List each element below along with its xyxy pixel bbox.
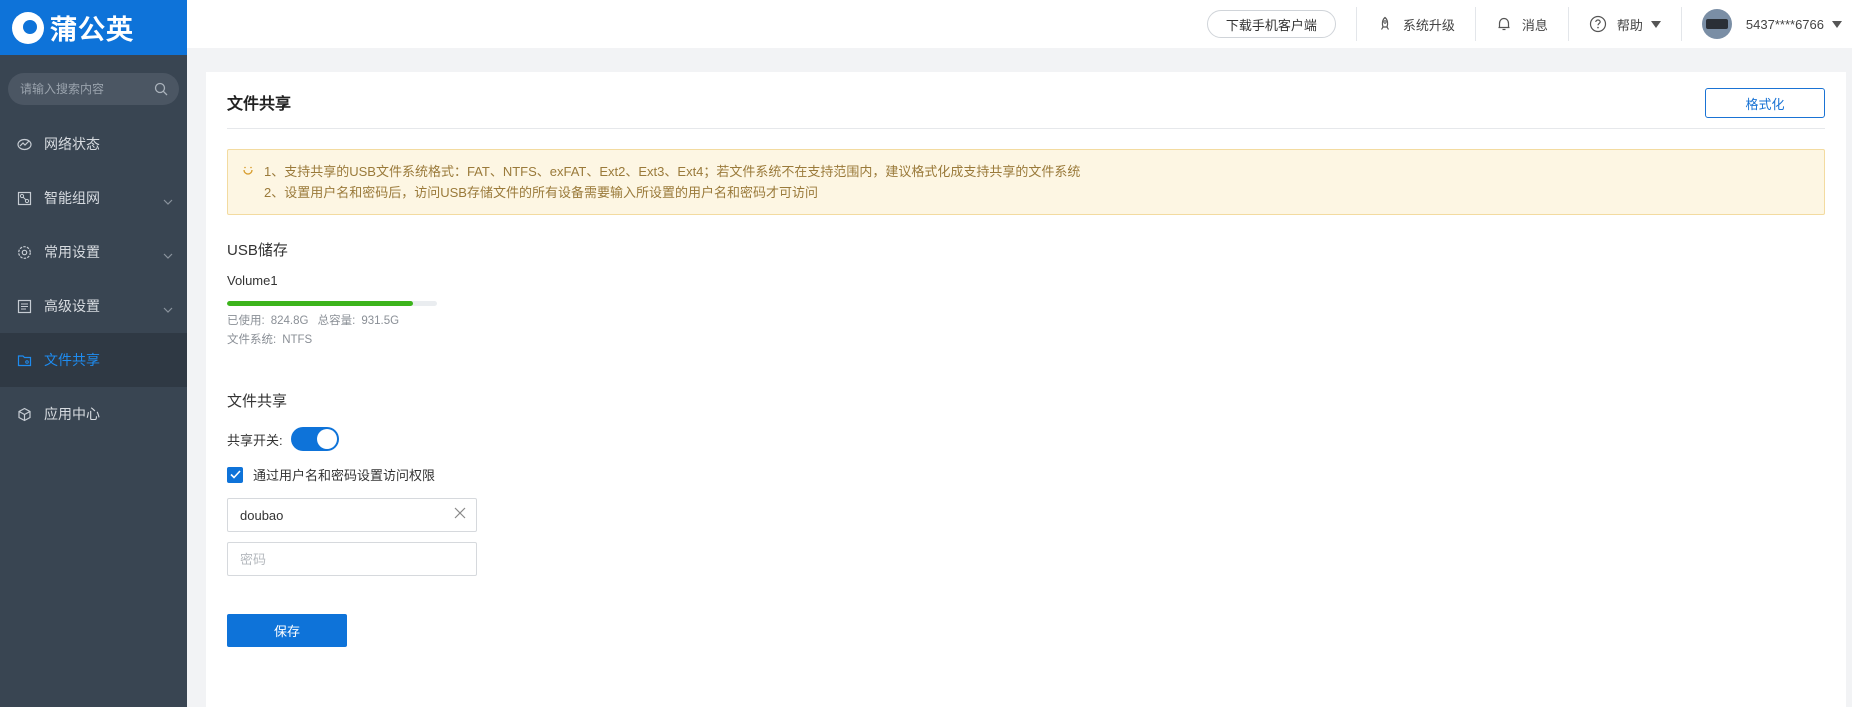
- auth-checkbox-row[interactable]: 通过用户名和密码设置访问权限: [227, 465, 1825, 484]
- chevron-down-icon: [163, 192, 173, 208]
- username-field: [227, 498, 477, 532]
- volume-name: Volume1: [227, 273, 278, 288]
- share-toggle[interactable]: [290, 427, 339, 451]
- folder-share-icon: [16, 352, 32, 368]
- share-switch-label: 共享开关:: [227, 432, 283, 448]
- notice-banner: 1、支持共享的USB文件系统格式：FAT、NTFS、exFAT、Ext2、Ext…: [227, 149, 1825, 215]
- sidebar-item-app-center[interactable]: 应用中心: [0, 387, 187, 441]
- app-cube-icon: [16, 406, 32, 422]
- notice-icon: [242, 163, 254, 184]
- notice-line-1: 1、支持共享的USB文件系统格式：FAT、NTFS、exFAT、Ext2、Ext…: [264, 164, 1081, 179]
- sidebar-item-advanced-settings[interactable]: 高级设置: [0, 279, 187, 333]
- divider: [1680, 7, 1682, 41]
- usage-progress-bar: [227, 301, 437, 306]
- caret-down-icon: [1832, 20, 1842, 28]
- avatar: [1701, 9, 1732, 39]
- search-input[interactable]: [20, 82, 153, 96]
- system-upgrade-label: 系统升级: [1402, 17, 1455, 33]
- search-icon[interactable]: [153, 81, 169, 97]
- download-app-button[interactable]: 下载手机客户端: [1206, 10, 1336, 38]
- usb-section-title: USB储存: [227, 242, 288, 259]
- auth-checkbox-label: 通过用户名和密码设置访问权限: [253, 468, 436, 483]
- logo-mark-icon: [12, 11, 44, 44]
- share-switch-row: 共享开关:: [227, 427, 1825, 451]
- sidebar-item-label: 文件共享: [44, 352, 100, 368]
- clear-icon[interactable]: [454, 506, 466, 524]
- network-status-icon: [16, 136, 32, 152]
- usage-meta: 已使用: 824.8G 总容量: 931.5G 文件系统: NTFS: [227, 312, 1825, 350]
- used-label: 已使用:: [227, 315, 265, 327]
- help-menu[interactable]: 帮助: [1589, 15, 1661, 34]
- panel-header: 文件共享 格式化: [227, 72, 1825, 129]
- account-menu[interactable]: 5437****6766: [1701, 9, 1842, 39]
- sidebar-item-label: 网络状态: [44, 136, 100, 152]
- smart-network-icon: [16, 190, 32, 206]
- auth-checkbox[interactable]: [227, 466, 243, 483]
- page-title: 文件共享: [227, 96, 292, 113]
- used-value: 824.8G: [270, 315, 309, 327]
- logo[interactable]: 蒲公英: [0, 0, 187, 55]
- gear-icon: [16, 244, 32, 260]
- messages-label: 消息: [1521, 17, 1548, 33]
- total-label: 总容量:: [317, 315, 356, 327]
- bell-icon: [1496, 16, 1512, 32]
- sidebar: 蒲公英 网络状态 智能组网 常用设置 高级设置: [0, 0, 187, 707]
- top-bar: 下载手机客户端 系统升级 消息 帮助 5437****6766: [187, 0, 1852, 48]
- logo-text: 蒲公英: [50, 15, 134, 45]
- rocket-icon: [1377, 16, 1393, 32]
- sidebar-item-label: 智能组网: [44, 190, 100, 206]
- password-field: [227, 542, 477, 576]
- caret-down-icon: [1650, 20, 1661, 28]
- total-value: 931.5G: [361, 315, 400, 327]
- sidebar-item-network-status[interactable]: 网络状态: [0, 117, 187, 171]
- sidebar-search: [8, 73, 179, 105]
- chevron-down-icon: [163, 300, 173, 316]
- messages-button[interactable]: 消息: [1496, 15, 1548, 34]
- fs-value: NTFS: [282, 334, 313, 346]
- main-panel: 文件共享 格式化 1、支持共享的USB文件系统格式：FAT、NTFS、exFAT…: [206, 72, 1846, 707]
- divider: [1355, 7, 1357, 41]
- share-section-title: 文件共享: [227, 393, 288, 410]
- divider: [1474, 7, 1476, 41]
- sidebar-item-file-share[interactable]: 文件共享: [0, 333, 187, 387]
- usage-progress-fill: [227, 301, 413, 306]
- help-circle-icon: [1589, 15, 1607, 33]
- notice-line-2: 2、设置用户名和密码后，访问USB存储文件的所有设备需要输入所设置的用户名和密码…: [264, 185, 818, 200]
- sidebar-item-smart-network[interactable]: 智能组网: [0, 171, 187, 225]
- save-button[interactable]: 保存: [227, 614, 347, 647]
- format-button[interactable]: 格式化: [1705, 88, 1825, 118]
- advanced-settings-icon: [16, 298, 32, 314]
- system-upgrade-button[interactable]: 系统升级: [1377, 15, 1455, 34]
- sidebar-item-label: 应用中心: [44, 406, 100, 422]
- fs-label: 文件系统:: [227, 334, 277, 346]
- password-input[interactable]: [240, 551, 466, 567]
- divider: [1567, 7, 1569, 41]
- account-label: 5437****6766: [1745, 16, 1824, 32]
- username-input[interactable]: [240, 507, 454, 523]
- sidebar-item-label: 高级设置: [44, 298, 100, 314]
- chevron-down-icon: [163, 246, 173, 262]
- sidebar-item-common-settings[interactable]: 常用设置: [0, 225, 187, 279]
- help-label: 帮助: [1616, 17, 1643, 33]
- sidebar-item-label: 常用设置: [44, 244, 100, 260]
